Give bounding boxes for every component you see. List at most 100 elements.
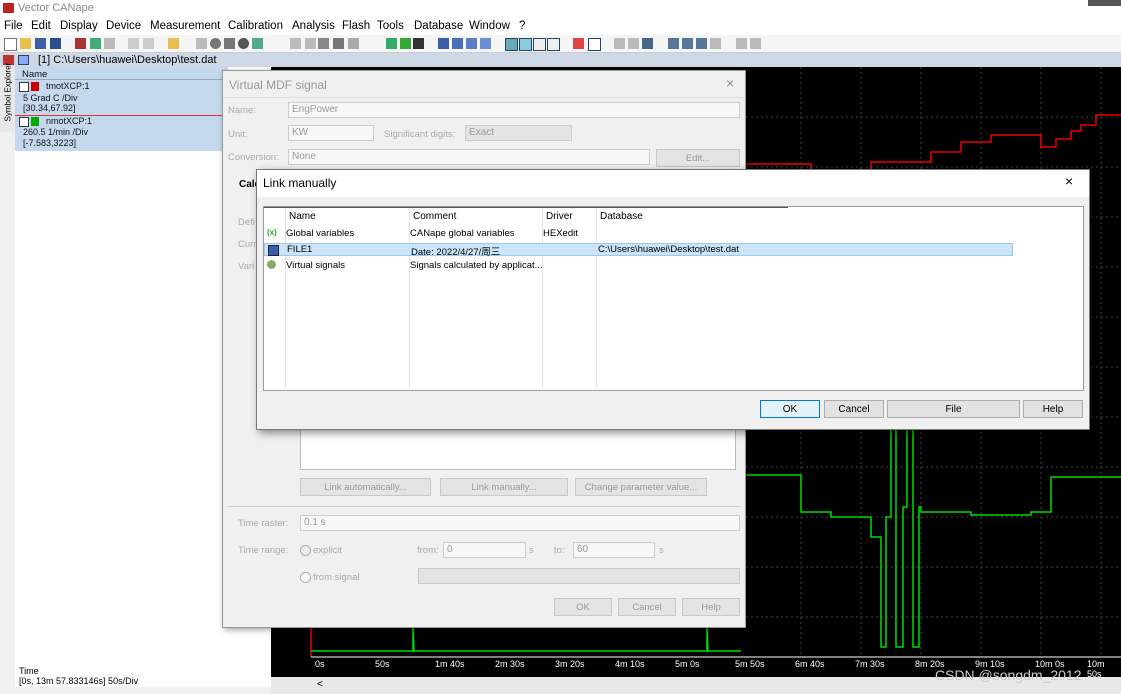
signal-scale: 260.5 1/min /Div (23, 127, 89, 137)
fit-icon[interactable] (614, 38, 625, 49)
panel-icon[interactable] (413, 38, 424, 49)
xy-mode-icon[interactable] (519, 38, 532, 51)
signal-range: [-7.583,3223] (23, 138, 77, 148)
menu-edit[interactable]: Edit (31, 20, 51, 32)
graphic-window-icon (18, 55, 29, 65)
save-icon[interactable] (35, 38, 46, 49)
ok-button[interactable]: OK (760, 400, 820, 418)
yt-mode-icon[interactable] (505, 38, 518, 51)
from-signal-radio[interactable] (300, 572, 311, 583)
list-row-file1-selected[interactable]: FILE1 Date: 2022/4/27/周三 C:\Users\huawei… (264, 243, 1013, 258)
time-raster-select[interactable]: 0.1 s (300, 515, 740, 531)
redo-icon[interactable] (710, 38, 721, 49)
next-icon[interactable] (750, 38, 761, 49)
signal-checkbox-tmot[interactable] (19, 82, 29, 92)
row-name: FILE1 (287, 244, 313, 255)
menu-file[interactable]: File (4, 20, 23, 32)
unit-field[interactable]: KW (288, 125, 374, 141)
ok-button[interactable]: OK (554, 598, 612, 616)
column-header-comment[interactable]: Comment (413, 211, 456, 222)
function-icon[interactable] (400, 38, 411, 49)
variables-list[interactable] (300, 426, 736, 470)
close-icon[interactable]: × (1065, 173, 1073, 189)
to-field[interactable]: 60 (573, 542, 655, 558)
start-icon[interactable] (210, 38, 221, 49)
from-signal-select[interactable] (418, 568, 740, 584)
tool-icon[interactable] (290, 38, 301, 49)
change-parameter-button[interactable]: Change parameter value... (575, 478, 707, 496)
file-button[interactable]: File (887, 400, 1020, 418)
menu-flash[interactable]: Flash (342, 20, 370, 32)
close-icon[interactable]: × (726, 75, 734, 91)
menu-device[interactable]: Device (106, 20, 141, 32)
window-icon[interactable] (104, 38, 115, 49)
bar-window-icon[interactable] (480, 38, 491, 49)
table-icon[interactable] (318, 38, 329, 49)
new-icon[interactable] (4, 38, 17, 51)
menu-window[interactable]: Window (469, 20, 510, 32)
zoom-out-icon[interactable] (682, 38, 693, 49)
significant-digits-select[interactable]: Exact (465, 125, 572, 141)
window-control-button[interactable] (1088, 0, 1121, 6)
section-divider (228, 506, 740, 507)
signal-name[interactable]: nmotXCP:1 (46, 116, 92, 126)
scroll-left-icon[interactable]: < (317, 679, 323, 690)
name-field[interactable]: EngPower (288, 102, 740, 118)
measure-icon[interactable] (196, 38, 207, 49)
edit-button[interactable]: Edit... (656, 149, 740, 167)
symbol-explorer-tab[interactable]: Symbol Explorer (0, 63, 16, 132)
scale-icon[interactable] (628, 38, 639, 49)
prev-icon[interactable] (736, 38, 747, 49)
cancel-button[interactable]: Cancel (618, 598, 676, 616)
menu-tools[interactable]: Tools (377, 20, 404, 32)
menu-measurement[interactable]: Measurement (150, 20, 220, 32)
menu-database[interactable]: Database (414, 20, 463, 32)
open-icon[interactable] (20, 38, 31, 49)
undo-icon[interactable] (696, 38, 707, 49)
signal-name[interactable]: tmotXCP:1 (46, 81, 90, 91)
row-database: C:\Users\huawei\Desktop\test.dat (598, 244, 739, 255)
data-source-list[interactable]: Name Comment Driver Database (x) Global … (263, 206, 1084, 391)
column-header-name[interactable]: Name (289, 211, 316, 222)
cancel-button[interactable]: Cancel (824, 400, 884, 418)
pause-icon[interactable] (224, 38, 235, 49)
link-automatically-button[interactable]: Link automatically... (300, 478, 431, 496)
column-header-database[interactable]: Database (600, 211, 643, 222)
chart-icon[interactable] (252, 38, 263, 49)
signal-checkbox-nmot[interactable] (19, 117, 29, 127)
zoom-in-icon[interactable] (668, 38, 679, 49)
back-icon[interactable] (128, 38, 139, 49)
list-row-global-variables[interactable]: (x) Global variables CANape global varia… (264, 227, 1081, 241)
grid-icon[interactable] (333, 38, 344, 49)
text-window-icon[interactable] (452, 38, 463, 49)
help-button[interactable]: Help (682, 598, 740, 616)
record-icon[interactable] (238, 38, 249, 49)
graphic-window-icon[interactable] (438, 38, 449, 49)
menu-help[interactable]: ? (519, 20, 525, 32)
numeric-window-icon[interactable] (466, 38, 477, 49)
step-mode-icon[interactable] (588, 38, 601, 51)
save-all-icon[interactable] (50, 38, 61, 49)
axis-icon[interactable] (533, 38, 546, 51)
help-button[interactable]: Help (1023, 400, 1083, 418)
sort-icon[interactable] (305, 38, 316, 49)
from-label: from: (417, 545, 439, 556)
list-row-virtual-signals[interactable]: Virtual signals Signals calculated by ap… (264, 259, 1081, 273)
column-header-driver[interactable]: Driver (546, 211, 573, 222)
menu-display[interactable]: Display (60, 20, 98, 32)
calibrate-icon[interactable] (386, 38, 397, 49)
device-icon[interactable] (75, 38, 86, 49)
layout-icon[interactable] (642, 38, 653, 49)
menu-calibration[interactable]: Calibration (228, 20, 283, 32)
bars-icon[interactable] (348, 38, 359, 49)
conversion-select[interactable]: None (288, 149, 650, 165)
folder-icon[interactable] (168, 38, 179, 49)
link-manually-button[interactable]: Link manually... (440, 478, 568, 496)
cursor-icon[interactable] (547, 38, 560, 51)
menu-analysis[interactable]: Analysis (292, 20, 335, 32)
from-field[interactable]: 0 (443, 542, 526, 558)
signal-line-icon[interactable] (573, 38, 584, 49)
config-icon[interactable] (90, 38, 101, 49)
explicit-radio[interactable] (300, 545, 311, 556)
forward-icon[interactable] (143, 38, 154, 49)
